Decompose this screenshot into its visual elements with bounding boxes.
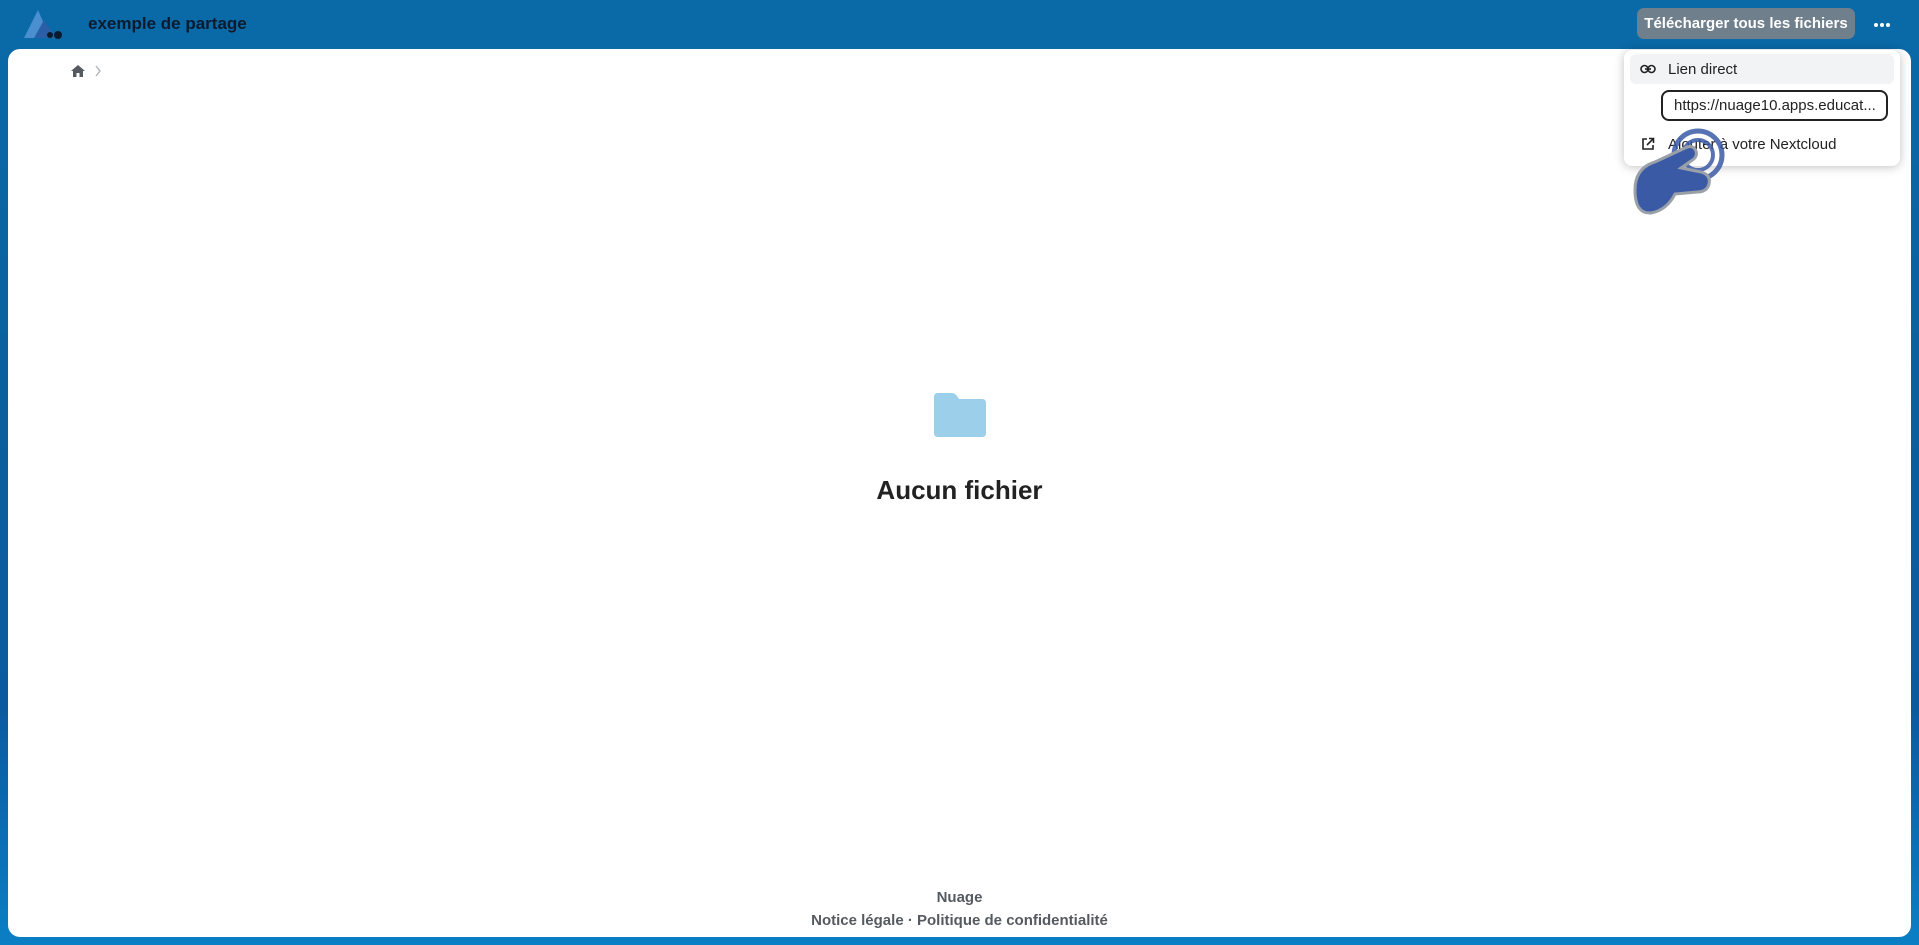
download-all-button[interactable]: Télécharger tous les fichiers: [1637, 8, 1855, 39]
direct-link-url-field[interactable]: https://nuage10.apps.educat...: [1661, 90, 1888, 121]
more-actions-button[interactable]: [1866, 8, 1898, 39]
nuage-logo-icon[interactable]: [20, 6, 70, 40]
legal-notice-link[interactable]: Notice légale: [811, 912, 904, 929]
external-link-icon: [1638, 134, 1658, 154]
dots-horizontal-icon: [1873, 15, 1891, 33]
share-actions-menu: Lien direct https://nuage10.apps.educat.…: [1624, 50, 1900, 166]
footer-separator: ·: [903, 912, 918, 929]
breadcrumb: [70, 64, 102, 78]
privacy-policy-link[interactable]: Politique de confidentialité: [917, 912, 1108, 929]
folder-icon: [931, 391, 989, 439]
footer-links: Notice légale · Politique de confidentia…: [8, 909, 1911, 932]
header-bar: exemple de partage Télécharger tous les …: [0, 0, 1919, 48]
footer: Nuage Notice légale · Politique de confi…: [8, 886, 1911, 932]
add-to-nextcloud-item[interactable]: Ajouter à votre Nextcloud: [1630, 129, 1894, 159]
empty-state-title: Aucun fichier: [876, 475, 1043, 505]
link-icon: [1638, 59, 1658, 79]
add-to-nextcloud-label: Ajouter à votre Nextcloud: [1668, 135, 1837, 153]
direct-link-label: Lien direct: [1668, 60, 1738, 78]
home-icon[interactable]: [70, 64, 86, 78]
share-title: exemple de partage: [88, 14, 247, 33]
files-content: Aucun fichier Nuage Notice légale · Poli…: [8, 49, 1911, 937]
chevron-right-icon: [94, 65, 102, 77]
footer-app-name: Nuage: [936, 889, 983, 906]
direct-link-item[interactable]: Lien direct: [1630, 54, 1894, 84]
